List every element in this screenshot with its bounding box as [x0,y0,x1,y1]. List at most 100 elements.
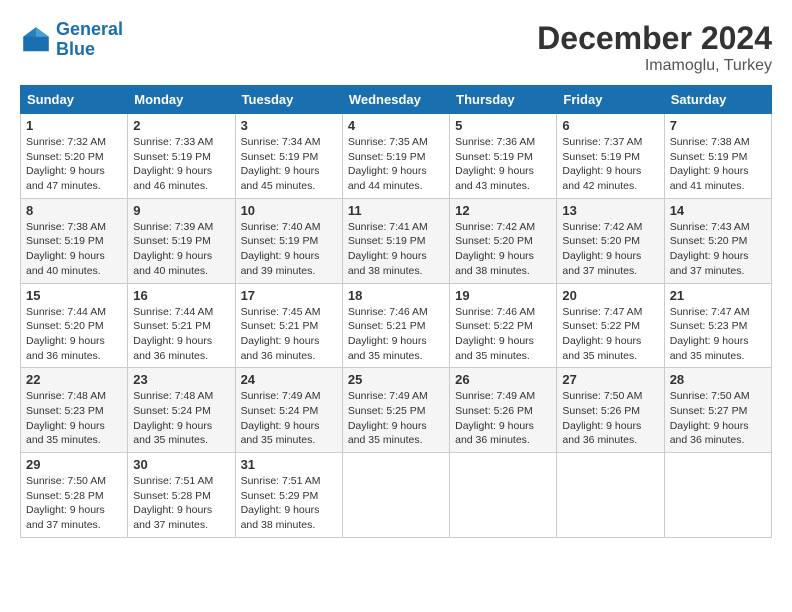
calendar-cell: 17 Sunrise: 7:45 AM Sunset: 5:21 PM Dayl… [235,283,342,368]
calendar-cell: 2 Sunrise: 7:33 AM Sunset: 5:19 PM Dayli… [128,114,235,199]
calendar-cell: 23 Sunrise: 7:48 AM Sunset: 5:24 PM Dayl… [128,368,235,453]
day-number: 14 [670,203,766,218]
day-info: Sunrise: 7:49 AM Sunset: 5:25 PM Dayligh… [348,389,444,448]
day-info: Sunrise: 7:48 AM Sunset: 5:24 PM Dayligh… [133,389,229,448]
day-info: Sunrise: 7:50 AM Sunset: 5:26 PM Dayligh… [562,389,658,448]
day-info: Sunrise: 7:39 AM Sunset: 5:19 PM Dayligh… [133,220,229,279]
day-info: Sunrise: 7:48 AM Sunset: 5:23 PM Dayligh… [26,389,122,448]
day-info: Sunrise: 7:37 AM Sunset: 5:19 PM Dayligh… [562,135,658,194]
day-info: Sunrise: 7:40 AM Sunset: 5:19 PM Dayligh… [241,220,337,279]
calendar-cell: 12 Sunrise: 7:42 AM Sunset: 5:20 PM Dayl… [450,198,557,283]
day-number: 28 [670,372,766,387]
month-title: December 2024 [537,20,772,57]
calendar-cell: 18 Sunrise: 7:46 AM Sunset: 5:21 PM Dayl… [342,283,449,368]
day-number: 9 [133,203,229,218]
calendar-cell: 16 Sunrise: 7:44 AM Sunset: 5:21 PM Dayl… [128,283,235,368]
day-info: Sunrise: 7:33 AM Sunset: 5:19 PM Dayligh… [133,135,229,194]
day-info: Sunrise: 7:44 AM Sunset: 5:20 PM Dayligh… [26,305,122,364]
week-row-5: 29 Sunrise: 7:50 AM Sunset: 5:28 PM Dayl… [21,453,772,538]
day-number: 21 [670,288,766,303]
calendar-cell: 10 Sunrise: 7:40 AM Sunset: 5:19 PM Dayl… [235,198,342,283]
day-info: Sunrise: 7:36 AM Sunset: 5:19 PM Dayligh… [455,135,551,194]
day-number: 17 [241,288,337,303]
weekday-header-monday: Monday [128,86,235,114]
week-row-2: 8 Sunrise: 7:38 AM Sunset: 5:19 PM Dayli… [21,198,772,283]
day-info: Sunrise: 7:46 AM Sunset: 5:22 PM Dayligh… [455,305,551,364]
day-info: Sunrise: 7:49 AM Sunset: 5:26 PM Dayligh… [455,389,551,448]
calendar-cell: 22 Sunrise: 7:48 AM Sunset: 5:23 PM Dayl… [21,368,128,453]
day-info: Sunrise: 7:47 AM Sunset: 5:22 PM Dayligh… [562,305,658,364]
day-info: Sunrise: 7:51 AM Sunset: 5:29 PM Dayligh… [241,474,337,533]
week-row-4: 22 Sunrise: 7:48 AM Sunset: 5:23 PM Dayl… [21,368,772,453]
day-info: Sunrise: 7:51 AM Sunset: 5:28 PM Dayligh… [133,474,229,533]
weekday-header-row: SundayMondayTuesdayWednesdayThursdayFrid… [21,86,772,114]
weekday-header-friday: Friday [557,86,664,114]
day-info: Sunrise: 7:42 AM Sunset: 5:20 PM Dayligh… [562,220,658,279]
day-info: Sunrise: 7:38 AM Sunset: 5:19 PM Dayligh… [26,220,122,279]
title-block: December 2024 Imamoglu, Turkey [537,20,772,75]
weekday-header-thursday: Thursday [450,86,557,114]
day-info: Sunrise: 7:32 AM Sunset: 5:20 PM Dayligh… [26,135,122,194]
day-number: 16 [133,288,229,303]
calendar-cell: 1 Sunrise: 7:32 AM Sunset: 5:20 PM Dayli… [21,114,128,199]
calendar-cell: 7 Sunrise: 7:38 AM Sunset: 5:19 PM Dayli… [664,114,771,199]
location: Imamoglu, Turkey [537,57,772,75]
day-number: 30 [133,457,229,472]
calendar-cell: 4 Sunrise: 7:35 AM Sunset: 5:19 PM Dayli… [342,114,449,199]
calendar-cell: 30 Sunrise: 7:51 AM Sunset: 5:28 PM Dayl… [128,453,235,538]
calendar-cell: 26 Sunrise: 7:49 AM Sunset: 5:26 PM Dayl… [450,368,557,453]
calendar-cell: 6 Sunrise: 7:37 AM Sunset: 5:19 PM Dayli… [557,114,664,199]
day-number: 31 [241,457,337,472]
day-info: Sunrise: 7:44 AM Sunset: 5:21 PM Dayligh… [133,305,229,364]
day-info: Sunrise: 7:46 AM Sunset: 5:21 PM Dayligh… [348,305,444,364]
day-info: Sunrise: 7:42 AM Sunset: 5:20 PM Dayligh… [455,220,551,279]
calendar-cell: 8 Sunrise: 7:38 AM Sunset: 5:19 PM Dayli… [21,198,128,283]
calendar-cell: 21 Sunrise: 7:47 AM Sunset: 5:23 PM Dayl… [664,283,771,368]
calendar-cell: 20 Sunrise: 7:47 AM Sunset: 5:22 PM Dayl… [557,283,664,368]
calendar-cell [450,453,557,538]
calendar-table: SundayMondayTuesdayWednesdayThursdayFrid… [20,85,772,538]
calendar-cell: 5 Sunrise: 7:36 AM Sunset: 5:19 PM Dayli… [450,114,557,199]
calendar-cell: 13 Sunrise: 7:42 AM Sunset: 5:20 PM Dayl… [557,198,664,283]
calendar-cell: 28 Sunrise: 7:50 AM Sunset: 5:27 PM Dayl… [664,368,771,453]
day-number: 3 [241,118,337,133]
day-info: Sunrise: 7:47 AM Sunset: 5:23 PM Dayligh… [670,305,766,364]
day-number: 19 [455,288,551,303]
day-number: 11 [348,203,444,218]
day-info: Sunrise: 7:34 AM Sunset: 5:19 PM Dayligh… [241,135,337,194]
calendar-cell: 11 Sunrise: 7:41 AM Sunset: 5:19 PM Dayl… [342,198,449,283]
day-number: 23 [133,372,229,387]
day-number: 26 [455,372,551,387]
day-number: 8 [26,203,122,218]
calendar-cell: 9 Sunrise: 7:39 AM Sunset: 5:19 PM Dayli… [128,198,235,283]
weekday-header-saturday: Saturday [664,86,771,114]
day-number: 20 [562,288,658,303]
logo-text: General Blue [56,20,123,60]
weekday-header-wednesday: Wednesday [342,86,449,114]
day-info: Sunrise: 7:49 AM Sunset: 5:24 PM Dayligh… [241,389,337,448]
page-header: General Blue December 2024 Imamoglu, Tur… [20,20,772,75]
calendar-cell: 24 Sunrise: 7:49 AM Sunset: 5:24 PM Dayl… [235,368,342,453]
day-number: 25 [348,372,444,387]
day-number: 27 [562,372,658,387]
weekday-header-tuesday: Tuesday [235,86,342,114]
day-info: Sunrise: 7:38 AM Sunset: 5:19 PM Dayligh… [670,135,766,194]
day-number: 7 [670,118,766,133]
week-row-1: 1 Sunrise: 7:32 AM Sunset: 5:20 PM Dayli… [21,114,772,199]
calendar-cell: 15 Sunrise: 7:44 AM Sunset: 5:20 PM Dayl… [21,283,128,368]
day-number: 2 [133,118,229,133]
day-info: Sunrise: 7:43 AM Sunset: 5:20 PM Dayligh… [670,220,766,279]
day-number: 4 [348,118,444,133]
day-info: Sunrise: 7:50 AM Sunset: 5:28 PM Dayligh… [26,474,122,533]
calendar-cell [664,453,771,538]
day-info: Sunrise: 7:50 AM Sunset: 5:27 PM Dayligh… [670,389,766,448]
day-number: 6 [562,118,658,133]
calendar-cell [342,453,449,538]
calendar-cell: 19 Sunrise: 7:46 AM Sunset: 5:22 PM Dayl… [450,283,557,368]
logo: General Blue [20,20,123,60]
calendar-cell: 14 Sunrise: 7:43 AM Sunset: 5:20 PM Dayl… [664,198,771,283]
day-number: 5 [455,118,551,133]
day-number: 24 [241,372,337,387]
day-number: 10 [241,203,337,218]
day-number: 1 [26,118,122,133]
